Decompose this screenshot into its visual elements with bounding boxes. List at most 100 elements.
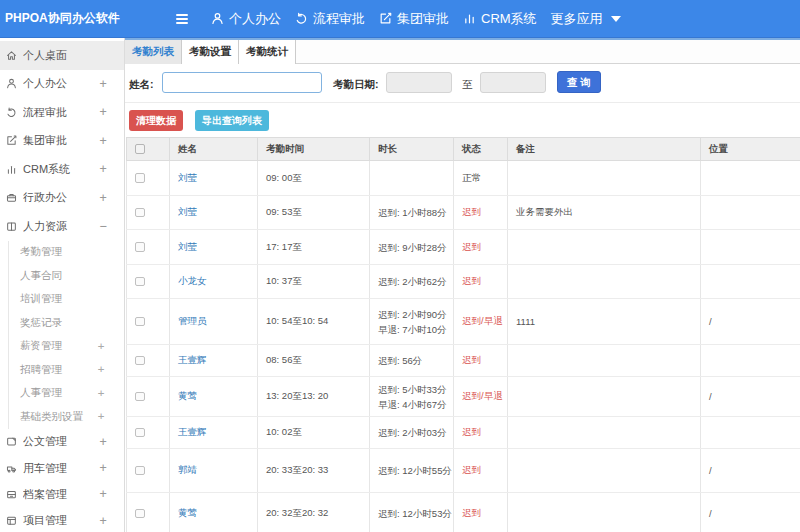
date-from-input[interactable] (386, 72, 452, 93)
tab-item[interactable]: 考勤统计 (239, 40, 296, 64)
sidebar-subitem[interactable]: 人事合同 (9, 264, 124, 288)
duration-cell: 迟到: 5小时33分早退: 4小时67分 (370, 377, 454, 417)
tab-item[interactable]: 考勤设置 (182, 40, 239, 64)
collapse-icon: − (97, 219, 109, 233)
row-select-cell (127, 449, 170, 493)
row-checkbox[interactable] (135, 509, 145, 519)
duration-cell: 迟到: 2小时90分早退: 7小时10分 (370, 299, 454, 345)
employee-name-link[interactable]: 刘莹 (178, 206, 197, 217)
employee-name-link[interactable]: 黄莺 (178, 507, 197, 518)
employee-name-link[interactable]: 刘莹 (178, 241, 197, 252)
expand-icon: + (97, 514, 109, 528)
duration-line: 迟到: 56分 (378, 353, 453, 368)
sidebar-subitem-label: 培训管理 (20, 292, 124, 306)
top-nav-item[interactable]: 流程审批 (295, 10, 365, 28)
location-cell (701, 417, 800, 449)
employee-name-link[interactable]: 刘莹 (178, 172, 197, 183)
duration-line: 迟到: 2小时90分 (378, 307, 453, 322)
sidebar-subitem[interactable]: 培训管理 (9, 288, 124, 312)
status-cell: 迟到 (454, 230, 508, 265)
sidebar-item[interactable]: 流程审批+ (0, 98, 124, 127)
user-icon (6, 78, 17, 89)
sidebar-subitem-label: 基础类别设置 (20, 410, 95, 424)
time-cell: 10: 54至10: 54 (258, 299, 370, 345)
select-all-checkbox[interactable] (135, 144, 145, 154)
remark-cell (508, 345, 701, 377)
row-select-cell (127, 230, 170, 265)
search-button[interactable]: 查 询 (557, 71, 601, 93)
table-row: 王壹辉10: 02至迟到: 2小时03分迟到 (127, 417, 800, 449)
top-nav-item[interactable]: 个人办公 (211, 10, 281, 28)
menu-toggle-icon[interactable] (176, 14, 188, 24)
sidebar-subitem[interactable]: 考勤管理 (9, 241, 124, 265)
sidebar-item[interactable]: 个人办公+ (0, 70, 124, 99)
table-row: 刘莹17: 17至迟到: 9小时28分迟到 (127, 230, 800, 265)
location-cell: / (701, 377, 800, 417)
row-checkbox[interactable] (135, 356, 145, 366)
name-filter-input[interactable] (162, 72, 322, 93)
duration-cell (370, 161, 454, 196)
status-cell: 迟到 (454, 265, 508, 299)
row-checkbox[interactable] (135, 428, 145, 438)
sidebar-submenu: 考勤管理人事合同培训管理奖惩记录薪资管理+招聘管理+人事管理+基础类别设置+ (8, 241, 124, 429)
status-cell: 迟到 (454, 196, 508, 230)
employee-name-link[interactable]: 小龙女 (178, 275, 207, 286)
sidebar-menu: 个人桌面个人办公+流程审批+集团审批+CRM系统+行政办公+人力资源−考勤管理人… (0, 38, 125, 532)
row-checkbox[interactable] (135, 208, 145, 218)
remark-cell (508, 493, 701, 532)
sidebar-item[interactable]: 个人桌面 (0, 41, 124, 70)
employee-name-link[interactable]: 管理员 (178, 315, 207, 326)
date-range-to-label: 至 (462, 78, 473, 92)
menu-bar (176, 14, 188, 16)
top-nav-item[interactable]: CRM系统 (463, 10, 537, 28)
expand-icon: + (97, 435, 109, 449)
row-checkbox[interactable] (135, 466, 145, 476)
edit-icon (379, 12, 392, 25)
sidebar-item[interactable]: 公文管理+ (0, 429, 124, 455)
sidebar-item[interactable]: 档案管理+ (0, 481, 124, 507)
export-list-button[interactable]: 导出查询列表 (195, 110, 269, 131)
menu-bar (176, 18, 188, 20)
row-checkbox[interactable] (135, 277, 145, 287)
sidebar-item[interactable]: 行政办公+ (0, 184, 124, 213)
top-nav-label: CRM系统 (481, 10, 537, 28)
row-checkbox[interactable] (135, 317, 145, 327)
duration-line: 早退: 7小时10分 (378, 322, 453, 337)
sidebar-item[interactable]: CRM系统+ (0, 155, 124, 184)
table-row: 刘莹09: 53至迟到: 1小时88分迟到业务需要外出 (127, 196, 800, 230)
sidebar-item-label: 个人办公 (23, 76, 97, 91)
top-nav-item[interactable]: 集团审批 (379, 10, 449, 28)
sidebar-subitem[interactable]: 薪资管理+ (9, 335, 124, 359)
sidebar-item[interactable]: 人力资源− (0, 212, 124, 241)
expand-icon: + (95, 363, 107, 376)
sidebar-item[interactable]: 用车管理+ (0, 455, 124, 481)
status-text: 迟到 (462, 275, 481, 286)
row-checkbox[interactable] (135, 173, 145, 183)
sidebar-subitem[interactable]: 招聘管理+ (9, 358, 124, 382)
filter-toolbar: 姓名: 考勤日期: 至 查 询 (125, 65, 800, 103)
sidebar-item[interactable]: 项目管理+ (0, 508, 124, 532)
tab-active[interactable]: 考勤列表 (125, 40, 182, 64)
sidebar-subitem[interactable]: 奖惩记录 (9, 311, 124, 335)
row-checkbox[interactable] (135, 242, 145, 252)
employee-name-link[interactable]: 郭靖 (178, 464, 197, 475)
table-row: 刘莹09: 00至正常 (127, 161, 800, 196)
sidebar-item[interactable]: 集团审批+ (0, 127, 124, 156)
row-select-cell (127, 417, 170, 449)
table-row: 郭靖20: 33至20: 33迟到: 12小时55分迟到/ (127, 449, 800, 493)
sidebar-item-label: 档案管理 (23, 487, 97, 502)
sidebar-subitem[interactable]: 人事管理+ (9, 382, 124, 406)
menu-bar (176, 22, 188, 24)
employee-name-link[interactable]: 王壹辉 (178, 426, 207, 437)
employee-name-link[interactable]: 王壹辉 (178, 354, 207, 365)
row-checkbox[interactable] (135, 392, 145, 402)
table-row: 黄莺13: 20至13: 20迟到: 5小时33分早退: 4小时67分迟到/早退… (127, 377, 800, 417)
clear-data-button[interactable]: 清理数据 (129, 110, 183, 131)
expand-icon: + (97, 105, 109, 119)
employee-name-link[interactable]: 黄莺 (178, 390, 197, 401)
sidebar-subitem[interactable]: 基础类别设置+ (9, 405, 124, 429)
app-logo: PHPOA协同办公软件 (0, 10, 176, 27)
top-nav-item[interactable]: 更多应用 (551, 10, 621, 28)
duration-line: 迟到: 5小时33分 (378, 382, 453, 397)
date-to-input[interactable] (480, 72, 546, 93)
